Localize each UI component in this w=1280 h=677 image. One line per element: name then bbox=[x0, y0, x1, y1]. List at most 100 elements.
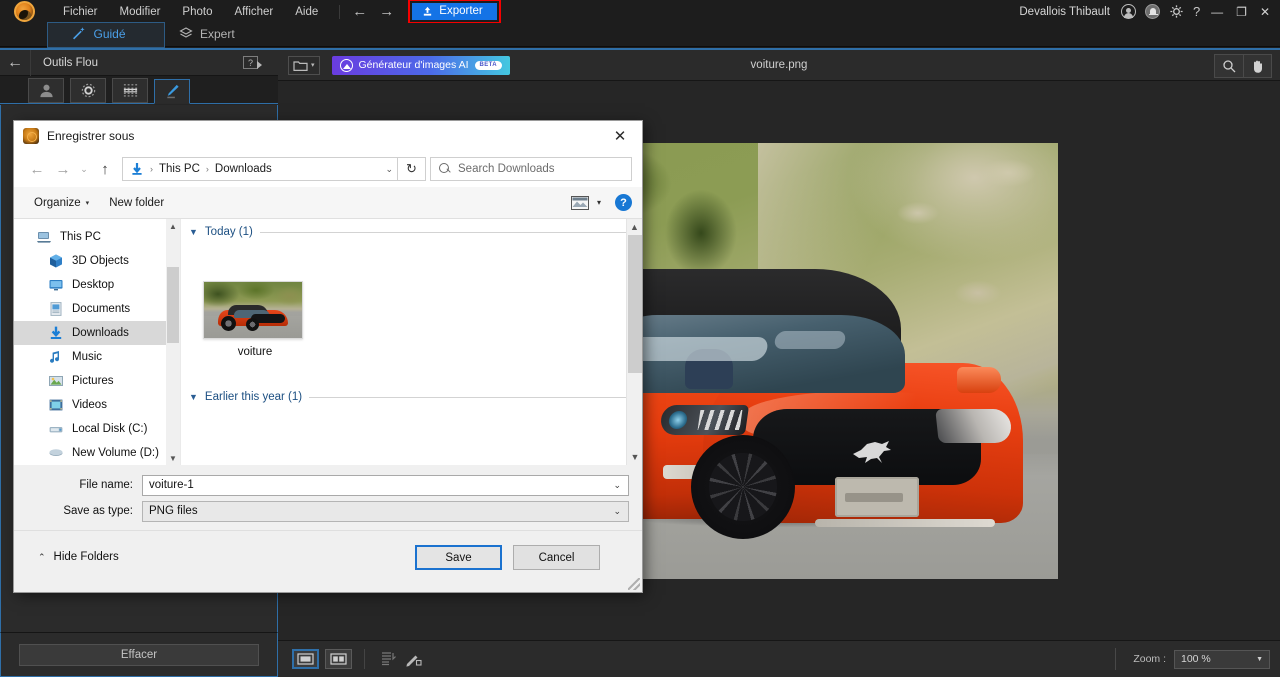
address-bar[interactable]: › This PC › Downloads ⌄ bbox=[122, 157, 398, 181]
zoom-level-select[interactable]: 100 % ▼ bbox=[1174, 650, 1270, 669]
tree-item-documents[interactable]: Documents bbox=[14, 297, 180, 321]
file-item-label: voiture bbox=[203, 346, 307, 358]
tree-scrollbar[interactable]: ▲ ▼ bbox=[166, 219, 180, 465]
close-icon[interactable]: ✕ bbox=[598, 121, 642, 151]
minimize-button[interactable]: — bbox=[1209, 6, 1225, 18]
view-layout-icon[interactable] bbox=[571, 196, 589, 210]
menu-photo[interactable]: Photo bbox=[171, 3, 223, 21]
ai-image-generator-button[interactable]: Générateur d'images AI BETA bbox=[332, 56, 510, 75]
refresh-button[interactable]: ↻ bbox=[398, 157, 426, 181]
back-arrow-icon[interactable]: ← bbox=[0, 54, 30, 72]
chevron-down-icon: ▾ bbox=[311, 61, 315, 69]
file-group-header-earlier[interactable]: ▼ Earlier this year (1) bbox=[181, 386, 642, 408]
chevron-down-icon[interactable]: ▼ bbox=[189, 227, 198, 237]
radial-blur-tool[interactable] bbox=[70, 78, 106, 103]
zoom-label: Zoom : bbox=[1133, 653, 1166, 665]
breadcrumb-this-pc[interactable]: This PC bbox=[157, 163, 202, 175]
undo-arrow-icon[interactable]: ← bbox=[352, 4, 367, 19]
dialog-help-icon[interactable]: ? bbox=[615, 194, 632, 211]
hide-folders-button[interactable]: ⌃ Hide Folders bbox=[38, 551, 119, 563]
redo-arrow-icon[interactable]: → bbox=[379, 4, 394, 19]
dialog-title-bar[interactable]: Enregistrer sous ✕ bbox=[14, 121, 642, 151]
chevron-down-icon[interactable]: ⌄ bbox=[613, 480, 621, 491]
tab-expert[interactable]: Expert bbox=[165, 23, 257, 47]
bell-icon[interactable] bbox=[1145, 4, 1160, 19]
canvas-view-tools bbox=[1214, 54, 1272, 78]
organize-menu-button[interactable]: Organize ▾ bbox=[24, 193, 99, 213]
tree-scroll-thumb[interactable] bbox=[167, 267, 179, 343]
menu-aide[interactable]: Aide bbox=[284, 3, 329, 21]
chevron-down-icon[interactable]: ▼ bbox=[189, 392, 198, 402]
breadcrumb-downloads[interactable]: Downloads bbox=[213, 163, 274, 175]
chevron-down-icon[interactable]: ⌄ bbox=[613, 506, 621, 517]
zoom-level-value: 100 % bbox=[1181, 653, 1211, 665]
file-group-header-today[interactable]: ▼ Today (1) bbox=[181, 221, 642, 243]
open-file-button[interactable]: ▾ bbox=[288, 56, 320, 75]
export-button[interactable]: Exporter bbox=[412, 3, 496, 20]
tree-item-videos[interactable]: Videos bbox=[14, 393, 180, 417]
linear-blur-tool[interactable] bbox=[112, 78, 148, 103]
nav-up-button[interactable]: ↑ bbox=[92, 156, 118, 182]
save-button[interactable]: Save bbox=[415, 545, 502, 570]
nav-forward-button[interactable]: → bbox=[50, 156, 76, 182]
restore-button[interactable]: ❐ bbox=[1234, 6, 1249, 18]
file-group-label: Today (1) bbox=[205, 226, 253, 238]
menu-modifier[interactable]: Modifier bbox=[109, 3, 172, 21]
export-button-label: Exporter bbox=[439, 5, 482, 17]
dialog-navigation-bar: ← → ⌄ ↑ › This PC › Downloads ⌄ ↻ Search… bbox=[14, 151, 642, 187]
chevron-down-icon[interactable]: ▾ bbox=[597, 198, 601, 207]
dialog-title: Enregistrer sous bbox=[47, 129, 134, 143]
license-plate bbox=[835, 477, 919, 517]
new-folder-button[interactable]: New folder bbox=[99, 193, 174, 213]
portrait-blur-tool[interactable] bbox=[28, 78, 64, 103]
file-list[interactable]: ▼ Today (1) bbox=[181, 219, 642, 465]
dialog-footer: ⌃ Hide Folders Save Cancel bbox=[14, 530, 642, 592]
tree-scroll-down-icon[interactable]: ▼ bbox=[166, 451, 180, 465]
menu-afficher[interactable]: Afficher bbox=[223, 3, 284, 21]
file-list-scrollbar[interactable]: ▲ ▼ bbox=[626, 219, 642, 465]
save-as-type-select[interactable]: PNG files ⌄ bbox=[142, 501, 629, 522]
single-view-icon[interactable] bbox=[292, 649, 319, 669]
gear-icon[interactable] bbox=[1169, 4, 1184, 19]
tree-item-downloads[interactable]: Downloads bbox=[14, 321, 180, 345]
help-tooltip-icon[interactable]: ? bbox=[243, 56, 258, 69]
zoom-tool-icon[interactable] bbox=[1215, 55, 1243, 77]
file-item-voiture[interactable]: voiture bbox=[203, 281, 307, 358]
help-icon[interactable]: ? bbox=[1193, 5, 1200, 18]
menu-fichier[interactable]: Fichier bbox=[52, 3, 109, 21]
tree-item-this-pc[interactable]: This PC bbox=[14, 225, 180, 249]
tree-item-desktop[interactable]: Desktop bbox=[14, 273, 180, 297]
cancel-button[interactable]: Cancel bbox=[513, 545, 600, 570]
list-scroll-down-icon[interactable]: ▼ bbox=[627, 449, 642, 465]
layers-icon bbox=[179, 26, 193, 43]
close-button[interactable]: ✕ bbox=[1258, 6, 1272, 18]
file-name-input[interactable]: voiture-1 ⌄ bbox=[142, 475, 629, 496]
brush-blur-tool[interactable] bbox=[154, 79, 190, 104]
split-view-icon[interactable] bbox=[325, 649, 352, 669]
list-scroll-thumb[interactable] bbox=[628, 235, 642, 373]
list-scroll-up-icon[interactable]: ▲ bbox=[627, 219, 642, 235]
this-pc-icon bbox=[36, 229, 52, 245]
chevron-down-icon[interactable]: ⌄ bbox=[385, 164, 393, 175]
tree-scroll-up-icon[interactable]: ▲ bbox=[166, 219, 180, 233]
tree-item-music[interactable]: Music bbox=[14, 345, 180, 369]
tree-label: Documents bbox=[72, 303, 130, 315]
tree-item-3d-objects[interactable]: 3D Objects bbox=[14, 249, 180, 273]
nav-back-button[interactable]: ← bbox=[24, 156, 50, 182]
videos-icon bbox=[48, 397, 64, 413]
nav-recent-locations-button[interactable]: ⌄ bbox=[76, 156, 92, 182]
tree-item-pictures[interactable]: Pictures bbox=[14, 369, 180, 393]
tab-guide[interactable]: Guidé bbox=[47, 22, 165, 48]
search-box[interactable]: Search Downloads bbox=[430, 157, 632, 181]
reset-panel-icon[interactable] bbox=[377, 648, 401, 670]
canvas-toolbar: ▾ Générateur d'images AI BETA voiture.pn… bbox=[278, 50, 1280, 81]
dialog-resize-grip[interactable] bbox=[628, 578, 640, 590]
hand-tool-icon[interactable] bbox=[1243, 55, 1271, 77]
search-input[interactable]: Search Downloads bbox=[458, 163, 555, 175]
blur-tool-tabs bbox=[0, 76, 278, 104]
tree-item-local-disk-c[interactable]: Local Disk (C:) bbox=[14, 417, 180, 441]
account-circle-icon[interactable] bbox=[1121, 4, 1136, 19]
tree-item-new-volume-d[interactable]: New Volume (D:) ⌄ bbox=[14, 441, 180, 465]
pencil-edit-icon[interactable] bbox=[401, 648, 425, 670]
clear-button[interactable]: Effacer bbox=[19, 644, 259, 666]
